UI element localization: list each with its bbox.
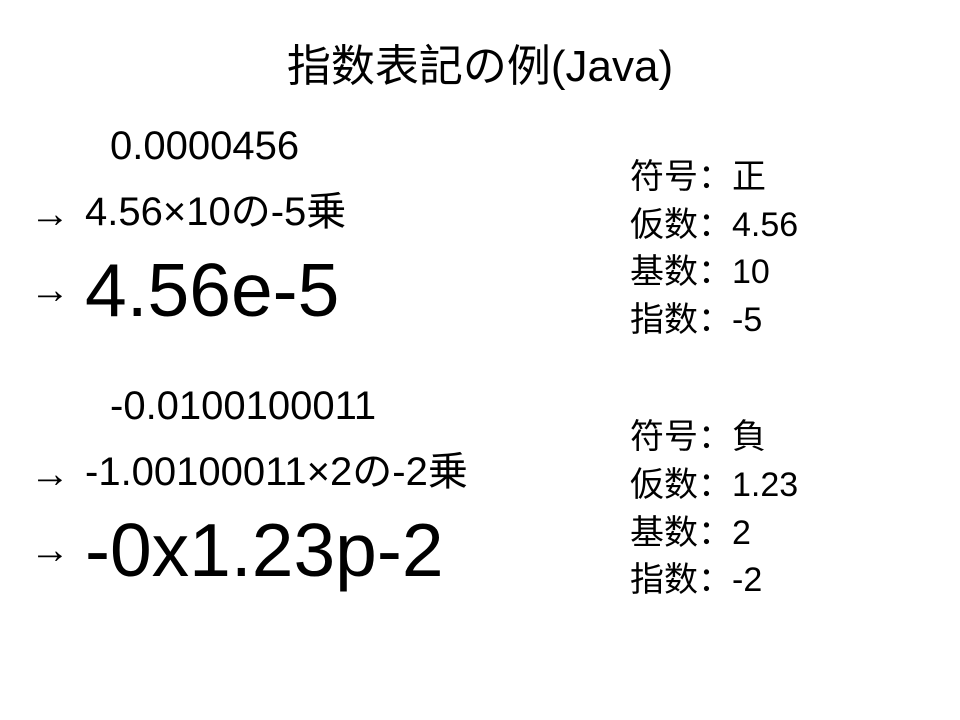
example-1-expanded: 4.56×10の-5乗	[85, 190, 346, 234]
example-2-notation-row: →-0x1.23p-2	[30, 507, 630, 593]
example-2-left: -0.0100100011 →-1.00100011×2の-2乗 →-0x1.2…	[30, 384, 630, 593]
example-2-expanded-row: →-1.00100011×2の-2乗	[30, 439, 630, 497]
example-2: -0.0100100011 →-1.00100011×2の-2乗 →-0x1.2…	[30, 384, 930, 604]
arrow-icon: →	[30, 268, 85, 313]
example-1-exponent: 指数：-5	[630, 297, 930, 345]
example-2-value: -0.0100100011	[110, 384, 630, 429]
example-1: 0.0000456 →4.56×10の-5乗 →4.56e-5 符号：正 仮数：…	[30, 124, 930, 344]
arrow-icon: →	[30, 452, 85, 497]
slide-title: 指数表記の例(Java)	[30, 30, 930, 94]
slide: 指数表記の例(Java) 0.0000456 →4.56×10の-5乗 →4.5…	[0, 0, 960, 720]
example-2-base: 基数：2	[630, 510, 930, 558]
arrow-icon: →	[30, 528, 85, 573]
example-2-mantissa: 仮数：1.23	[630, 462, 930, 510]
example-1-value: 0.0000456	[110, 124, 630, 169]
example-1-mantissa: 仮数：4.56	[630, 202, 930, 250]
example-1-properties: 符号：正 仮数：4.56 基数：10 指数：-5	[630, 124, 930, 344]
example-2-sign: 符号：負	[630, 414, 930, 462]
example-1-left: 0.0000456 →4.56×10の-5乗 →4.56e-5	[30, 124, 630, 333]
example-1-notation: 4.56e-5	[85, 247, 339, 333]
arrow-icon: →	[30, 192, 85, 237]
example-2-notation: -0x1.23p-2	[85, 507, 444, 593]
example-2-properties: 符号：負 仮数：1.23 基数：2 指数：-2	[630, 384, 930, 604]
example-2-expanded: -1.00100011×2の-2乗	[85, 450, 468, 494]
example-1-notation-row: →4.56e-5	[30, 247, 630, 333]
example-2-exponent: 指数：-2	[630, 557, 930, 605]
example-1-base: 基数：10	[630, 249, 930, 297]
example-1-sign: 符号：正	[630, 154, 930, 202]
example-1-expanded-row: →4.56×10の-5乗	[30, 179, 630, 237]
